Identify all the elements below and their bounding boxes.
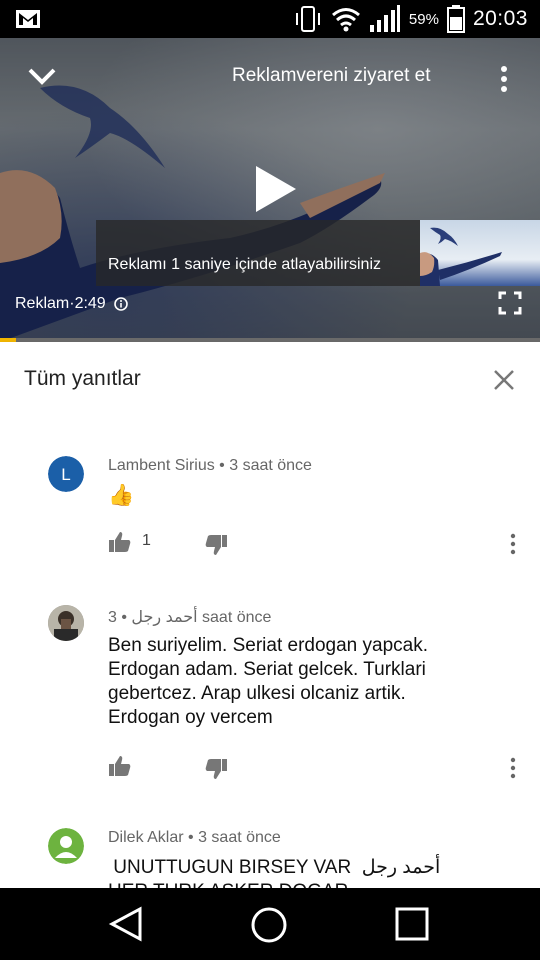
comment-text: 👍 [108, 484, 135, 507]
system-nav-bar [0, 888, 540, 960]
thumbs-down-icon[interactable] [204, 533, 228, 557]
comment-author[interactable]: Lambent Sirius [108, 457, 215, 474]
gmail-icon [16, 10, 40, 28]
comment-author[interactable]: أحمد رجل [131, 609, 197, 626]
skip-ad-countdown: Reklamı 1 saniye içinde atlayabilirsiniz [96, 220, 420, 286]
recent-apps-icon[interactable] [394, 906, 430, 942]
battery-percent: 59% [408, 10, 439, 28]
more-vert-icon[interactable] [494, 64, 514, 94]
more-vert-icon[interactable] [508, 533, 518, 555]
comment-meta: Lambent Sirius • 3 saat önce [108, 457, 312, 474]
signal-icon [369, 5, 400, 32]
next-video-thumbnail [420, 220, 540, 286]
visit-advertiser-link[interactable]: Reklamvereni ziyaret et [232, 65, 431, 87]
comment-actions: 1 [108, 530, 528, 558]
comment-item: أحمد رجل • 3 saat önce Ben suriyelim. Se… [0, 605, 540, 785]
battery-icon [446, 5, 465, 33]
skip-countdown-text: Reklamı 1 saniye içinde atlayabilirsiniz [108, 256, 382, 273]
comment-line: Erdogan adam. Seriat gelcek. Turklari [108, 659, 426, 680]
avatar[interactable] [48, 605, 84, 641]
close-icon[interactable] [492, 368, 516, 392]
avatar-letter: L [61, 465, 70, 484]
comment-time: 3 saat önce [229, 457, 312, 474]
wifi-icon [331, 8, 360, 32]
play-icon[interactable] [252, 164, 298, 214]
ad-label: Reklam·2:49 [15, 295, 128, 313]
avatar[interactable] [48, 828, 84, 864]
phone-vibrate-icon [295, 6, 320, 32]
comment-line: gebertcez. Arap ulkesi olcaniz artik. [108, 683, 406, 704]
comment-line: Erdogan oy vercem [108, 707, 273, 728]
comment-line: HER TURK ASKER DOGAR [108, 880, 528, 888]
panel-title: Tüm yanıtlar [24, 367, 141, 390]
comment-meta: Dilek Aklar • 3 saat önce [108, 829, 281, 846]
comment-time: 3 saat önce [198, 829, 281, 846]
avatar-photo [48, 605, 84, 641]
home-icon[interactable] [250, 906, 288, 944]
thumbs-up-icon[interactable] [108, 754, 132, 778]
comment-item: L Lambent Sirius • 3 saat önce 👍 1 [0, 456, 540, 566]
comment-text: UNUTTUGUN BIRSEY VAR أحمد رجل HER TURK A… [108, 856, 528, 888]
comment-item: Dilek Aklar • 3 saat önce UNUTTUGUN BIRS… [0, 828, 540, 888]
ad-duration-text: Reklam·2:49 [15, 295, 106, 312]
fullscreen-icon[interactable] [498, 291, 522, 315]
more-vert-icon[interactable] [508, 757, 518, 779]
comment-author[interactable]: Dilek Aklar [108, 829, 184, 846]
video-player[interactable]: Reklamvereni ziyaret et Reklamı 1 saniye… [0, 38, 540, 342]
comment-meta: أحمد رجل • 3 saat önce [108, 609, 272, 626]
clock: 20:03 [472, 7, 528, 30]
thumbnail-illustration [420, 227, 502, 286]
avatar-default-icon [48, 828, 84, 864]
comment-line: Ben suriyelim. Seriat erdogan yapcak. [108, 635, 428, 656]
comment-actions [108, 754, 528, 782]
comments-list[interactable]: L Lambent Sirius • 3 saat önce 👍 1 أحمد … [0, 418, 540, 888]
comment-line: UNUTTUGUN BIRSEY VAR أحمد رجل [108, 857, 441, 878]
info-icon[interactable] [113, 297, 128, 311]
status-bar: 59% 20:03 [0, 0, 540, 38]
replies-panel-header: Tüm yanıtlar [0, 342, 540, 418]
thumbs-down-icon[interactable] [204, 757, 228, 781]
thumbs-up-icon[interactable] [108, 530, 132, 554]
comment-text: Ben suriyelim. Seriat erdogan yapcak. Er… [108, 634, 528, 730]
like-count: 1 [142, 532, 151, 549]
avatar[interactable]: L [48, 456, 84, 492]
avatar-letter-graphic: L [48, 456, 84, 492]
chevron-down-icon[interactable] [24, 62, 60, 92]
back-icon[interactable] [108, 906, 144, 942]
